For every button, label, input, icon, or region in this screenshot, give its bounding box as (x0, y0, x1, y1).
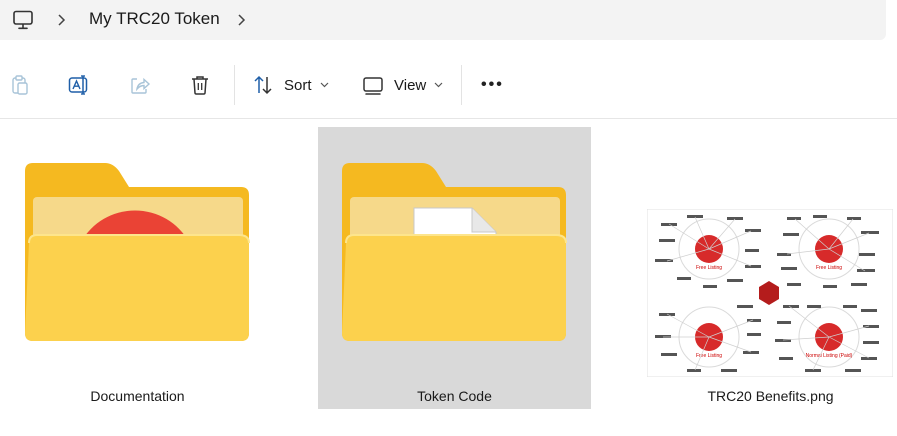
more-icon: ••• (481, 76, 504, 93)
folder-item-documentation[interactable]: Documentation (1, 127, 274, 409)
clipboard-icon (12, 75, 28, 95)
share-button[interactable] (129, 69, 151, 101)
more-options-button[interactable]: ••• (481, 69, 504, 101)
delete-button[interactable] (189, 69, 211, 101)
view-icon (363, 77, 383, 95)
view-label: View (394, 76, 427, 94)
sort-button[interactable]: Sort (252, 69, 329, 101)
command-bar: Sort View ••• (0, 51, 897, 119)
breadcrumb-current[interactable]: My TRC20 Token (89, 9, 220, 29)
pc-icon[interactable] (12, 10, 34, 30)
chevron-down-icon (320, 82, 328, 88)
share-icon (131, 77, 151, 94)
image-thumbnail: Free Listing Free Listing Free Listing N… (647, 209, 893, 377)
toolbar-separator (234, 65, 235, 105)
folder-icon (25, 163, 250, 341)
chevron-right-icon[interactable] (56, 13, 66, 27)
rename-button[interactable] (68, 69, 90, 101)
hub-label: Free Listing (696, 265, 722, 271)
trash-icon (192, 76, 208, 95)
folder-icon (342, 163, 567, 341)
hub-label: Free Listing (816, 265, 842, 271)
copy-button[interactable] (9, 69, 31, 101)
sort-label: Sort (284, 76, 312, 94)
view-button[interactable]: View (362, 69, 443, 101)
toolbar-separator (461, 65, 462, 105)
item-name: TRC20 Benefits.png (707, 388, 834, 404)
item-name: Documentation (90, 388, 185, 404)
chevron-down-icon (434, 82, 443, 88)
rename-icon (68, 75, 88, 95)
address-bar[interactable]: My TRC20 Token (0, 0, 886, 40)
item-name: Token Code (417, 388, 492, 404)
chevron-right-icon[interactable] (236, 13, 246, 27)
hub-label: Normal Listing (Paid) (806, 353, 853, 359)
sort-icon (254, 75, 272, 95)
image-item-trc20-benefits[interactable]: Free Listing Free Listing Free Listing N… (634, 127, 897, 409)
folder-item-token-code[interactable]: Token Code (318, 127, 591, 409)
